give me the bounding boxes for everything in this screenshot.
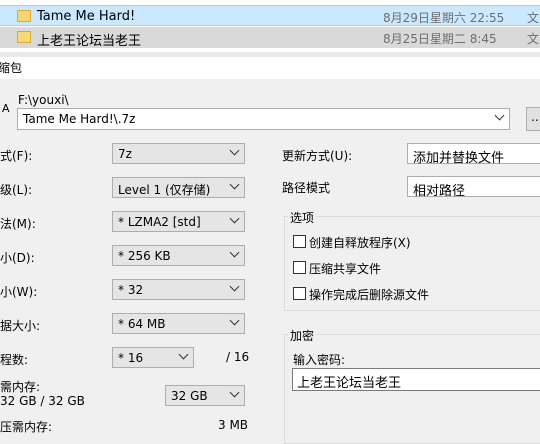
path-mode-select[interactable]: 相对路径	[407, 176, 540, 199]
chevron-down-icon	[229, 315, 240, 326]
file-name: Tame Me Hard!	[37, 9, 136, 24]
delete-after-label: 操作完成后删除源文件	[309, 288, 430, 302]
chevron-down-icon	[229, 179, 240, 190]
file-list: Tame Me Hard! 8月29日星期六 22:55 文 上老王论坛当老王 …	[0, 0, 540, 52]
dialog-titlebar: 缩包	[0, 57, 540, 79]
chevron-down-icon	[229, 281, 240, 292]
browse-button[interactable]: ...	[526, 107, 540, 131]
update-mode-select[interactable]: 添加并替换文件	[407, 143, 540, 166]
password-value: 上老王论坛当老王	[297, 376, 402, 391]
chevron-down-icon	[229, 247, 240, 258]
decomp-label: 压需内存:	[0, 420, 53, 434]
method-label: 法(M):	[0, 217, 36, 231]
chevron-down-icon	[494, 110, 505, 121]
format-select[interactable]: 7z	[112, 143, 245, 164]
archive-name-value: Tame Me Hard!\.7z	[23, 112, 136, 126]
memory-select[interactable]: 32 GB	[165, 385, 245, 406]
sfx-checkbox[interactable]	[293, 235, 306, 248]
dict-select[interactable]: * 256 KB	[112, 245, 245, 266]
archive-path: F:\youxi\	[18, 93, 69, 107]
password-input[interactable]: 上老王论坛当老王	[292, 368, 540, 391]
shared-label: 压缩共享文件	[309, 262, 382, 276]
folder-icon	[17, 31, 31, 43]
folder-icon	[17, 10, 31, 22]
sfx-label: 创建自释放程序(X)	[309, 236, 411, 250]
file-type: 文	[527, 11, 540, 25]
word-select[interactable]: * 32	[112, 279, 245, 300]
file-name: 上老王论坛当老王	[37, 34, 142, 49]
method-select[interactable]: * LZMA2 [std]	[112, 211, 245, 232]
threads-max: / 16	[226, 350, 250, 364]
delete-after-checkbox[interactable]	[293, 287, 306, 300]
file-type: 文	[527, 32, 540, 46]
threads-label: 程数:	[0, 353, 29, 367]
decomp-value: 3 MB	[218, 418, 249, 432]
options-title: 选项	[288, 209, 317, 226]
archive-name-combo[interactable]: Tame Me Hard!\.7z	[17, 108, 510, 130]
update-mode-label: 更新方式(U):	[282, 149, 353, 163]
solid-label: 据大小:	[0, 319, 41, 333]
file-row[interactable]: 上老王论坛当老王 8月25日星期二 8:45 文	[0, 27, 540, 49]
chevron-down-icon	[229, 213, 240, 224]
password-label: 输入密码:	[293, 353, 346, 367]
format-label: 式(F):	[0, 149, 33, 163]
chevron-down-icon	[178, 349, 189, 360]
path-mode-label: 路径模式	[282, 181, 331, 195]
threads-select[interactable]: * 16	[112, 347, 194, 368]
solid-select[interactable]: * 64 MB	[112, 313, 245, 334]
dict-label: 小(D):	[0, 251, 35, 265]
file-date: 8月25日星期二 8:45	[383, 32, 497, 46]
level-label: 级(L):	[0, 183, 33, 197]
file-row[interactable]: Tame Me Hard! 8月29日星期六 22:55 文	[0, 5, 540, 26]
encryption-title: 加密	[288, 327, 317, 344]
archive-label-fragment: A	[2, 102, 10, 115]
memory-detail: 32 GB / 32 GB	[0, 394, 85, 408]
dialog-title: 缩包	[0, 61, 23, 75]
chevron-down-icon	[229, 145, 240, 156]
level-select[interactable]: Level 1 (仅存储)	[112, 177, 245, 198]
shared-checkbox[interactable]	[293, 261, 306, 274]
word-label: 小(W):	[0, 285, 38, 299]
file-date: 8月29日星期六 22:55	[383, 11, 505, 25]
chevron-down-icon	[229, 387, 240, 398]
memory-label: 需内存:	[0, 380, 41, 394]
